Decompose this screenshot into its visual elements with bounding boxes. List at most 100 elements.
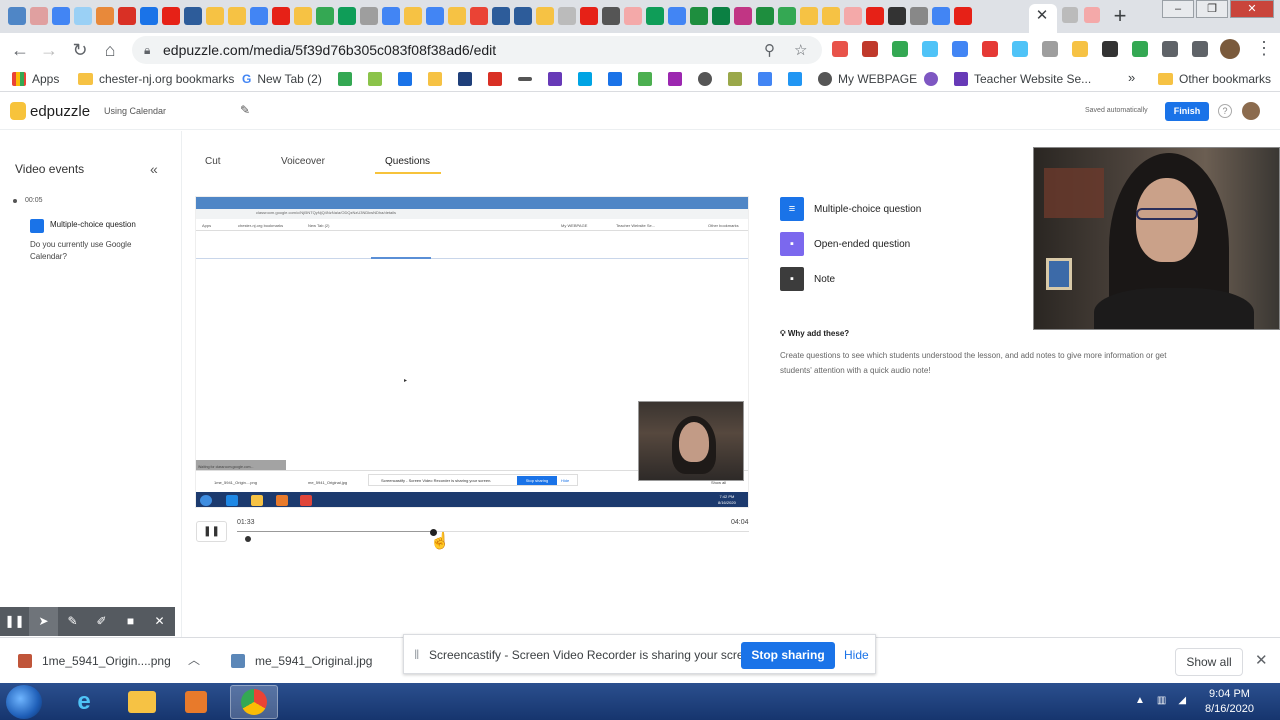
tab-favicon[interactable]	[118, 7, 136, 25]
extension-icon[interactable]	[1132, 41, 1148, 57]
zoom-icon[interactable]: ⚲	[764, 41, 775, 59]
tab-favicon[interactable]	[536, 7, 554, 25]
bookmark-teacher-website[interactable]: Teacher Website Se...	[954, 71, 1091, 87]
extension-icon[interactable]	[1042, 41, 1058, 57]
home-icon[interactable]: ⌂	[98, 38, 122, 62]
tab-favicon[interactable]	[888, 7, 906, 25]
star-icon[interactable]: ☆	[794, 41, 807, 59]
bookmark-icon[interactable]	[368, 72, 382, 86]
tab-favicon[interactable]	[932, 7, 950, 25]
event-question[interactable]: Do you currently use Google Calendar?	[30, 239, 170, 263]
maximize-button[interactable]: ❐	[1196, 0, 1228, 18]
download-item[interactable]: me_5941_Original.jpg	[231, 654, 372, 668]
tab-favicon[interactable]	[800, 7, 818, 25]
hide-button[interactable]: Hide	[844, 648, 869, 662]
tab-favicon[interactable]	[954, 7, 972, 25]
internet-explorer-icon[interactable]: e	[60, 685, 108, 719]
add-open-ended-button[interactable]: ▪ Open-ended question	[780, 232, 910, 256]
edpuzzle-logo[interactable]: edpuzzle	[10, 102, 90, 120]
shield-icon[interactable]	[398, 72, 412, 86]
show-all-button[interactable]: Show all	[1175, 648, 1243, 676]
bookmark-icon[interactable]	[788, 72, 802, 86]
extensions-puzzle-icon[interactable]	[1162, 41, 1178, 57]
tab-favicon[interactable]	[734, 7, 752, 25]
tab-favicon[interactable]	[492, 7, 510, 25]
signal-icon[interactable]: ◢	[1178, 695, 1186, 706]
highlighter-icon[interactable]: ✐	[87, 607, 116, 636]
tab-favicon[interactable]	[74, 7, 92, 25]
extension-icon[interactable]	[832, 41, 848, 57]
tab-favicon[interactable]	[250, 7, 268, 25]
tab-favicon[interactable]	[404, 7, 422, 25]
forward-icon[interactable]: →	[37, 38, 61, 62]
pointer-icon[interactable]: ➤	[29, 607, 58, 636]
tab-favicon[interactable]	[910, 7, 928, 25]
extension-icon[interactable]	[952, 41, 968, 57]
tab-cut[interactable]: Cut	[205, 156, 221, 167]
bookmark-new-tab[interactable]: G New Tab (2)	[242, 71, 322, 87]
menu-icon[interactable]: ⋮	[1255, 38, 1273, 59]
download-item[interactable]: 1me_5941_Origin....png	[18, 654, 171, 668]
stop-sharing-button[interactable]: Stop sharing	[741, 642, 835, 669]
tab-favicon[interactable]	[822, 7, 840, 25]
url-text[interactable]: edpuzzle.com/media/5f39d76b305c083f08f38…	[163, 42, 496, 58]
tab-favicon[interactable]	[712, 7, 730, 25]
pause-icon[interactable]: ❚❚	[0, 607, 29, 636]
bookmark-icon[interactable]	[608, 72, 622, 86]
tab-favicon[interactable]	[316, 7, 334, 25]
new-tab-icon[interactable]: +	[1109, 5, 1131, 27]
collapse-icon[interactable]: «	[150, 161, 158, 177]
extension-icon[interactable]	[892, 41, 908, 57]
tab-favicon[interactable]	[96, 7, 114, 25]
tab-favicon[interactable]	[360, 7, 378, 25]
bookmark-icon[interactable]	[668, 72, 682, 86]
extension-icon[interactable]	[1012, 41, 1028, 57]
close-icon[interactable]: ✕	[145, 607, 174, 636]
tab-favicon[interactable]	[162, 7, 180, 25]
profile-avatar[interactable]	[1220, 39, 1240, 59]
event-time[interactable]: 00:05	[25, 197, 43, 204]
tab-favicon[interactable]	[52, 7, 70, 25]
pen-icon[interactable]: ✎	[58, 607, 87, 636]
reading-list-icon[interactable]	[1192, 41, 1208, 57]
globe-icon[interactable]	[698, 72, 712, 86]
chrome-icon[interactable]	[230, 685, 278, 719]
finish-button[interactable]: Finish	[1165, 102, 1209, 121]
close-icon[interactable]: ✕	[1255, 651, 1268, 669]
tab-favicon[interactable]	[778, 7, 796, 25]
extension-icon[interactable]	[862, 41, 878, 57]
google-icon[interactable]	[758, 72, 772, 86]
media-player-icon[interactable]	[172, 685, 220, 719]
tab-favicon[interactable]	[140, 7, 158, 25]
tab-favicon[interactable]	[426, 7, 444, 25]
tab-favicon[interactable]	[294, 7, 312, 25]
extension-icon[interactable]	[1102, 41, 1118, 57]
avatar[interactable]	[1242, 102, 1260, 120]
address-bar[interactable]: 🔒︎ edpuzzle.com/media/5f39d76b305c083f08…	[132, 36, 822, 64]
tab-favicon[interactable]	[272, 7, 290, 25]
tab-favicon[interactable]	[228, 7, 246, 25]
bookmark-my-webpage[interactable]: My WEBPAGE	[818, 71, 917, 87]
network-icon[interactable]: ▥	[1157, 695, 1166, 706]
chevron-up-icon[interactable]: ︿	[188, 651, 200, 668]
extension-icon[interactable]	[1072, 41, 1088, 57]
start-button[interactable]	[6, 685, 42, 719]
pause-button[interactable]: ❚❚	[196, 521, 227, 542]
close-window-button[interactable]: ✕	[1230, 0, 1274, 18]
bookmark-apps[interactable]: Apps	[12, 71, 59, 87]
clock[interactable]: 9:04 PM 8/16/2020	[1205, 687, 1254, 717]
tab-favicon[interactable]	[646, 7, 664, 25]
tab-voiceover[interactable]: Voiceover	[281, 156, 325, 167]
video-player[interactable]: classroom.google.com/c/NjI5NTQyNjQ4NzNa/…	[195, 196, 749, 508]
tab-favicon[interactable]	[514, 7, 532, 25]
tab-questions[interactable]: Questions	[385, 156, 430, 167]
tab-favicon[interactable]	[690, 7, 708, 25]
tab-favicon[interactable]	[756, 7, 774, 25]
add-multiple-choice-button[interactable]: ≡ Multiple-choice question	[780, 197, 921, 221]
bookmark-icon[interactable]	[578, 72, 592, 86]
bookmark-icon[interactable]	[518, 77, 532, 81]
reload-icon[interactable]: ↻	[68, 38, 92, 62]
tab-favicon[interactable]	[580, 7, 598, 25]
event-type[interactable]: Multiple-choice question	[50, 220, 136, 229]
tab-favicon[interactable]	[1084, 7, 1100, 23]
